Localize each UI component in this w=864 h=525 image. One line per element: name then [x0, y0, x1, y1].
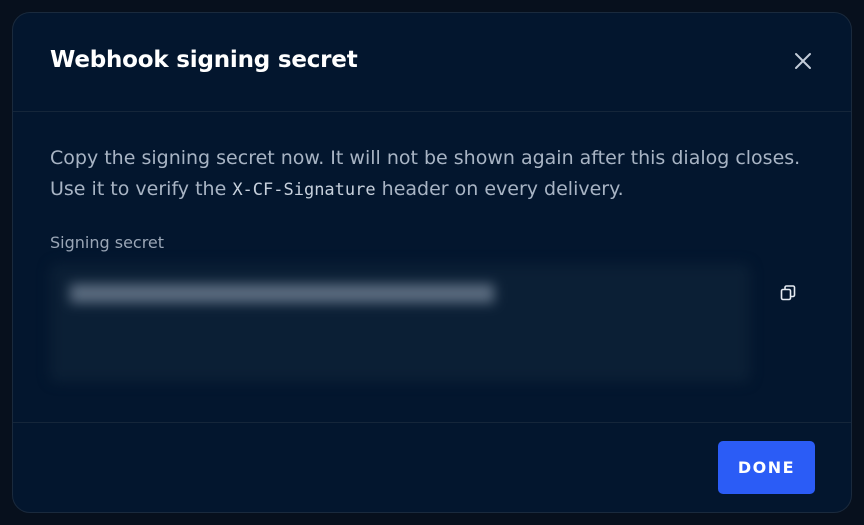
signing-secret-field[interactable]: ████████████████████████████████████████… — [50, 264, 750, 382]
close-icon — [794, 52, 812, 75]
signing-secret-dialog: Webhook signing secret Copy the signing … — [12, 12, 852, 513]
close-button[interactable] — [789, 49, 817, 77]
copy-button[interactable] — [775, 282, 801, 308]
signature-header-code: X-CF-Signature — [232, 180, 376, 200]
dialog-footer: DONE — [13, 423, 851, 512]
dialog-body: Copy the signing secret now. It will not… — [13, 112, 851, 423]
signing-secret-label: Signing secret — [50, 233, 165, 252]
dialog-description: Copy the signing secret now. It will not… — [50, 143, 820, 206]
dialog-title: Webhook signing secret — [50, 47, 358, 73]
done-button[interactable]: DONE — [718, 441, 815, 494]
signing-secret-value: ████████████████████████████████████████… — [70, 284, 494, 303]
description-text-end: header on every delivery. — [375, 178, 624, 200]
dialog-header: Webhook signing secret — [13, 13, 851, 112]
copy-icon — [779, 284, 797, 307]
